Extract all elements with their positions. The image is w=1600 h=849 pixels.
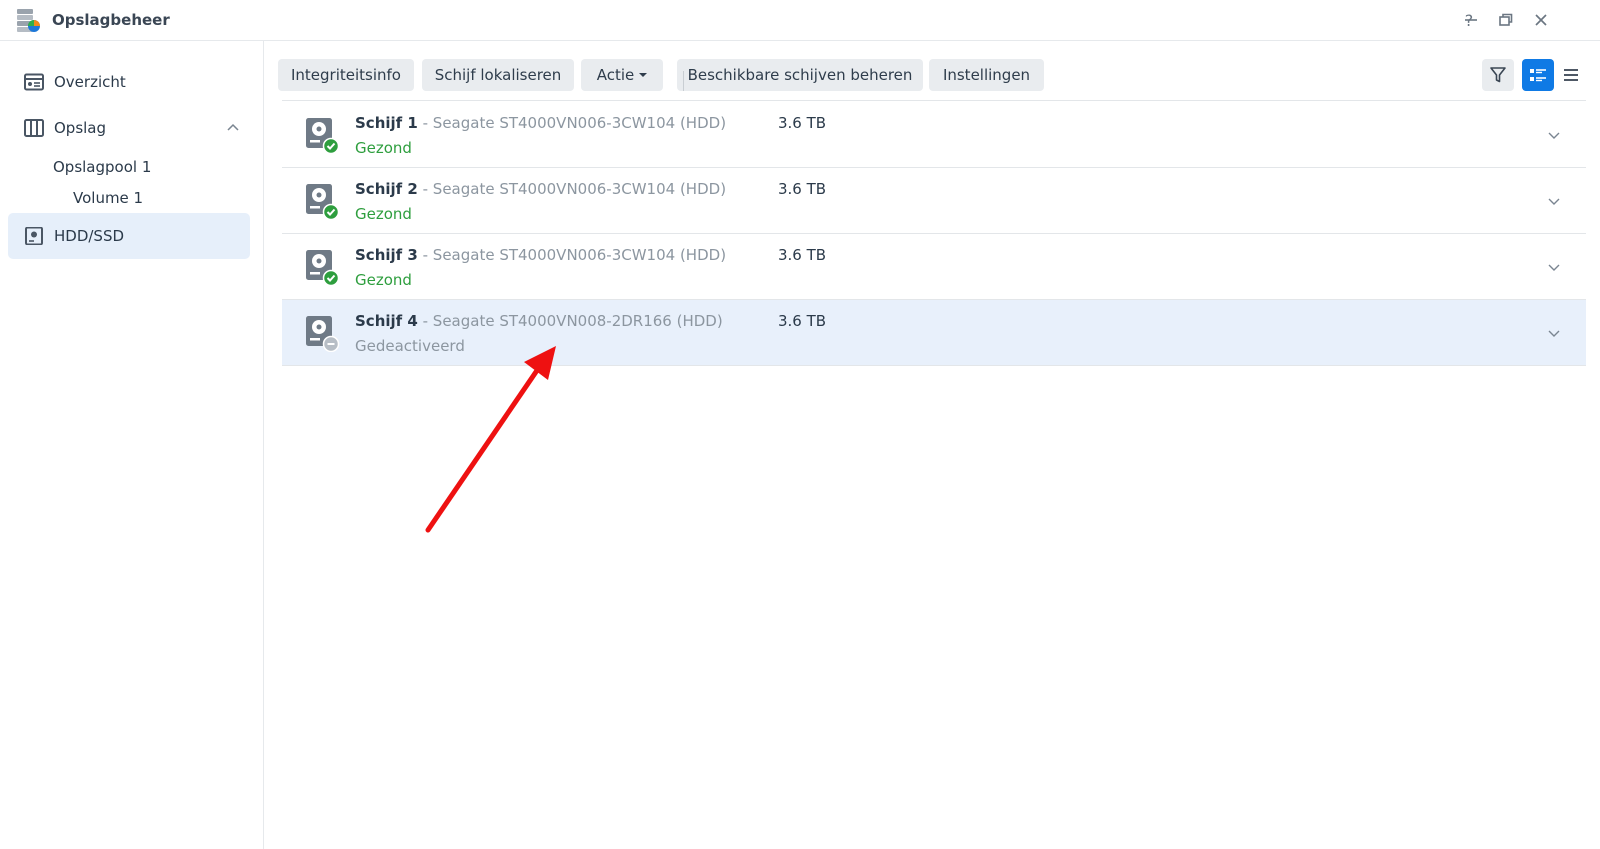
chevron-down-icon[interactable] bbox=[1547, 196, 1561, 206]
disk-model: - Seagate ST4000VN008-2DR166 (HDD) bbox=[417, 312, 723, 330]
minimize-icon bbox=[1465, 19, 1477, 21]
hdd-status-icon bbox=[306, 250, 340, 286]
sidebar-item-overview[interactable]: Overzicht bbox=[8, 59, 250, 105]
disk-title: Schijf 2 - Seagate ST4000VN006-3CW104 (H… bbox=[355, 180, 726, 198]
sidebar-item-storage-pool-1[interactable]: Opslagpool 1 bbox=[53, 158, 151, 176]
chevron-down-icon[interactable] bbox=[1547, 130, 1561, 140]
disk-status: Gezond bbox=[355, 139, 412, 157]
sidebar-item-storage[interactable]: Opslag bbox=[8, 105, 250, 151]
disk-model: - Seagate ST4000VN006-3CW104 (HDD) bbox=[417, 246, 727, 264]
filter-icon bbox=[1490, 67, 1506, 83]
chevron-down-icon[interactable] bbox=[1547, 262, 1561, 272]
hdd-status-icon bbox=[306, 316, 340, 352]
disk-title: Schijf 3 - Seagate ST4000VN006-3CW104 (H… bbox=[355, 246, 726, 264]
divider bbox=[282, 100, 1586, 101]
disk-name: Schijf 4 bbox=[355, 312, 418, 330]
disk-status: Gezond bbox=[355, 271, 412, 289]
detail-list-icon bbox=[1530, 69, 1546, 82]
caret-down-icon bbox=[639, 73, 648, 77]
manage-available-disks-button[interactable]: Beschikbare schijven beheren bbox=[677, 59, 923, 91]
action-label: Actie bbox=[596, 66, 635, 84]
disk-row[interactable]: Schijf 1 - Seagate ST4000VN006-3CW104 (H… bbox=[282, 102, 1586, 167]
disk-title: Schijf 1 - Seagate ST4000VN006-3CW104 (H… bbox=[355, 114, 726, 132]
disk-row[interactable]: Schijf 2 - Seagate ST4000VN006-3CW104 (H… bbox=[282, 168, 1586, 233]
disk-size: 3.6 TB bbox=[778, 246, 827, 264]
close-button[interactable] bbox=[1529, 8, 1553, 32]
disk-size: 3.6 TB bbox=[778, 180, 827, 198]
disk-name: Schijf 1 bbox=[355, 114, 418, 132]
window-title: Opslagbeheer bbox=[52, 11, 170, 29]
sidebar-item-label: Overzicht bbox=[54, 73, 126, 91]
disk-status: Gedeactiveerd bbox=[355, 337, 465, 355]
list-view-button[interactable] bbox=[1556, 59, 1586, 91]
sidebar: Overzicht Opslag Opslagpool 1 Volume 1 H… bbox=[0, 41, 264, 849]
disk-name: Schijf 2 bbox=[355, 180, 418, 198]
hdd-status-icon bbox=[306, 184, 340, 220]
action-dropdown[interactable]: Actie bbox=[581, 59, 663, 91]
hdd-status-icon bbox=[306, 118, 340, 154]
overview-icon bbox=[24, 73, 44, 91]
disk-model: - Seagate ST4000VN006-3CW104 (HDD) bbox=[417, 180, 727, 198]
sidebar-item-volume-1[interactable]: Volume 1 bbox=[73, 189, 143, 207]
row-divider bbox=[282, 365, 1586, 366]
list-icon bbox=[1564, 69, 1578, 81]
disk-row[interactable]: Schijf 4 - Seagate ST4000VN008-2DR166 (H… bbox=[282, 300, 1586, 365]
chevron-up-icon[interactable] bbox=[226, 122, 240, 132]
minimize-button[interactable] bbox=[1459, 8, 1483, 32]
sidebar-item-label: Opslag bbox=[54, 119, 107, 137]
hdd-icon bbox=[25, 227, 43, 245]
locate-disk-button[interactable]: Schijf lokaliseren bbox=[422, 59, 574, 91]
filter-button[interactable] bbox=[1482, 59, 1514, 91]
title-bar: Opslagbeheer ? bbox=[0, 0, 1600, 41]
disk-name: Schijf 3 bbox=[355, 246, 418, 264]
integrity-info-button[interactable]: Integriteitsinfo bbox=[278, 59, 414, 91]
restore-icon bbox=[1499, 13, 1513, 26]
disk-size: 3.6 TB bbox=[778, 312, 827, 330]
disk-size: 3.6 TB bbox=[778, 114, 827, 132]
sidebar-item-hdd-ssd[interactable]: HDD/SSD bbox=[8, 213, 250, 259]
sidebar-item-label: HDD/SSD bbox=[54, 227, 125, 245]
detail-view-button[interactable] bbox=[1522, 59, 1554, 91]
chevron-down-icon[interactable] bbox=[1547, 328, 1561, 338]
settings-button[interactable]: Instellingen bbox=[929, 59, 1044, 91]
disk-status: Gezond bbox=[355, 205, 412, 223]
close-icon bbox=[1535, 14, 1547, 26]
restore-button[interactable] bbox=[1494, 8, 1518, 32]
disk-row[interactable]: Schijf 3 - Seagate ST4000VN006-3CW104 (H… bbox=[282, 234, 1586, 299]
storage-manager-app-icon bbox=[17, 9, 40, 32]
toolbar-separator bbox=[683, 71, 684, 91]
disk-model: - Seagate ST4000VN006-3CW104 (HDD) bbox=[417, 114, 727, 132]
storage-icon bbox=[24, 119, 44, 137]
disk-title: Schijf 4 - Seagate ST4000VN008-2DR166 (H… bbox=[355, 312, 723, 330]
